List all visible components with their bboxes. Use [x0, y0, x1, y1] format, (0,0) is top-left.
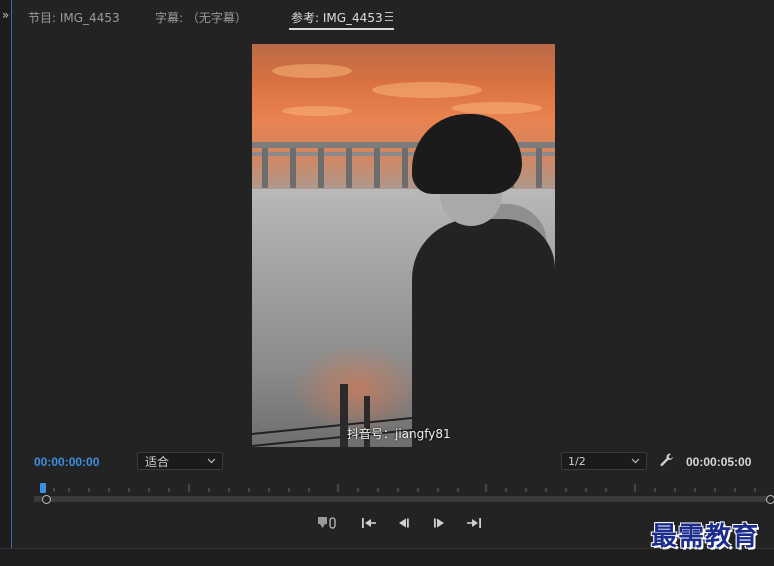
panel-tabs: 节目: IMG_4453 字幕: （无字幕） 参考: IMG_4453: [12, 0, 774, 34]
go-to-in-icon: [362, 518, 376, 528]
active-tab-indicator: [289, 28, 394, 30]
insert-clip-button[interactable]: [316, 514, 336, 532]
step-forward-button[interactable]: [429, 514, 449, 532]
tiktok-watermark: 抖音号：jiangfy81: [347, 427, 451, 441]
go-to-out-button[interactable]: [464, 514, 484, 532]
ruler-ticks: [53, 484, 756, 492]
playback-resolution-value: 1/2: [568, 455, 586, 468]
insert-clip-icon: [318, 517, 336, 529]
step-forward-icon: [434, 518, 444, 528]
chevron-down-icon: [207, 458, 216, 464]
tab-program[interactable]: 节目: IMG_4453: [28, 9, 120, 26]
person-coat: [412, 219, 555, 447]
panel-menu-icon[interactable]: [385, 12, 393, 21]
step-back-icon: [399, 518, 409, 528]
brand-logo-watermark: 最需教育: [651, 522, 760, 552]
timeline-ruler[interactable]: [24, 478, 774, 508]
go-to-in-button[interactable]: [359, 514, 379, 532]
video-viewer[interactable]: 抖音号：jiangfy81: [12, 34, 774, 448]
zoom-handle-left[interactable]: [42, 495, 51, 504]
playhead-marker[interactable]: [40, 483, 46, 493]
zoom-scroll-bar[interactable]: [34, 496, 774, 502]
chevron-down-icon: [631, 458, 640, 464]
playhead-timecode[interactable]: 00:00:00:00: [34, 455, 99, 469]
duration-timecode: 00:00:05:00: [686, 455, 752, 469]
zoom-fit-value: 适合: [145, 455, 170, 469]
step-back-button[interactable]: [394, 514, 414, 532]
reference-monitor-window: » 节目: IMG_4453 字幕: （无字幕） 参考: IMG_4453 抖音…: [0, 0, 774, 566]
zoom-handle-right[interactable]: [766, 495, 774, 504]
playback-resolution-select[interactable]: 1/2: [561, 452, 647, 470]
zoom-fit-select[interactable]: 适合: [137, 452, 223, 470]
wrench-settings-icon[interactable]: [659, 452, 675, 468]
expand-chevron-icon[interactable]: »: [0, 8, 11, 22]
video-frame: 抖音号：jiangfy81: [252, 44, 555, 447]
monitor-controls: 00:00:00:00 适合 1/2 00:00:05:00: [12, 448, 774, 478]
collapsed-panel[interactable]: »: [0, 0, 12, 548]
tab-reference[interactable]: 参考: IMG_4453: [291, 9, 383, 26]
monitor-panel: 节目: IMG_4453 字幕: （无字幕） 参考: IMG_4453 抖音号：…: [12, 0, 774, 548]
go-to-out-icon: [467, 518, 481, 528]
tab-captions[interactable]: 字幕: （无字幕）: [155, 9, 247, 26]
